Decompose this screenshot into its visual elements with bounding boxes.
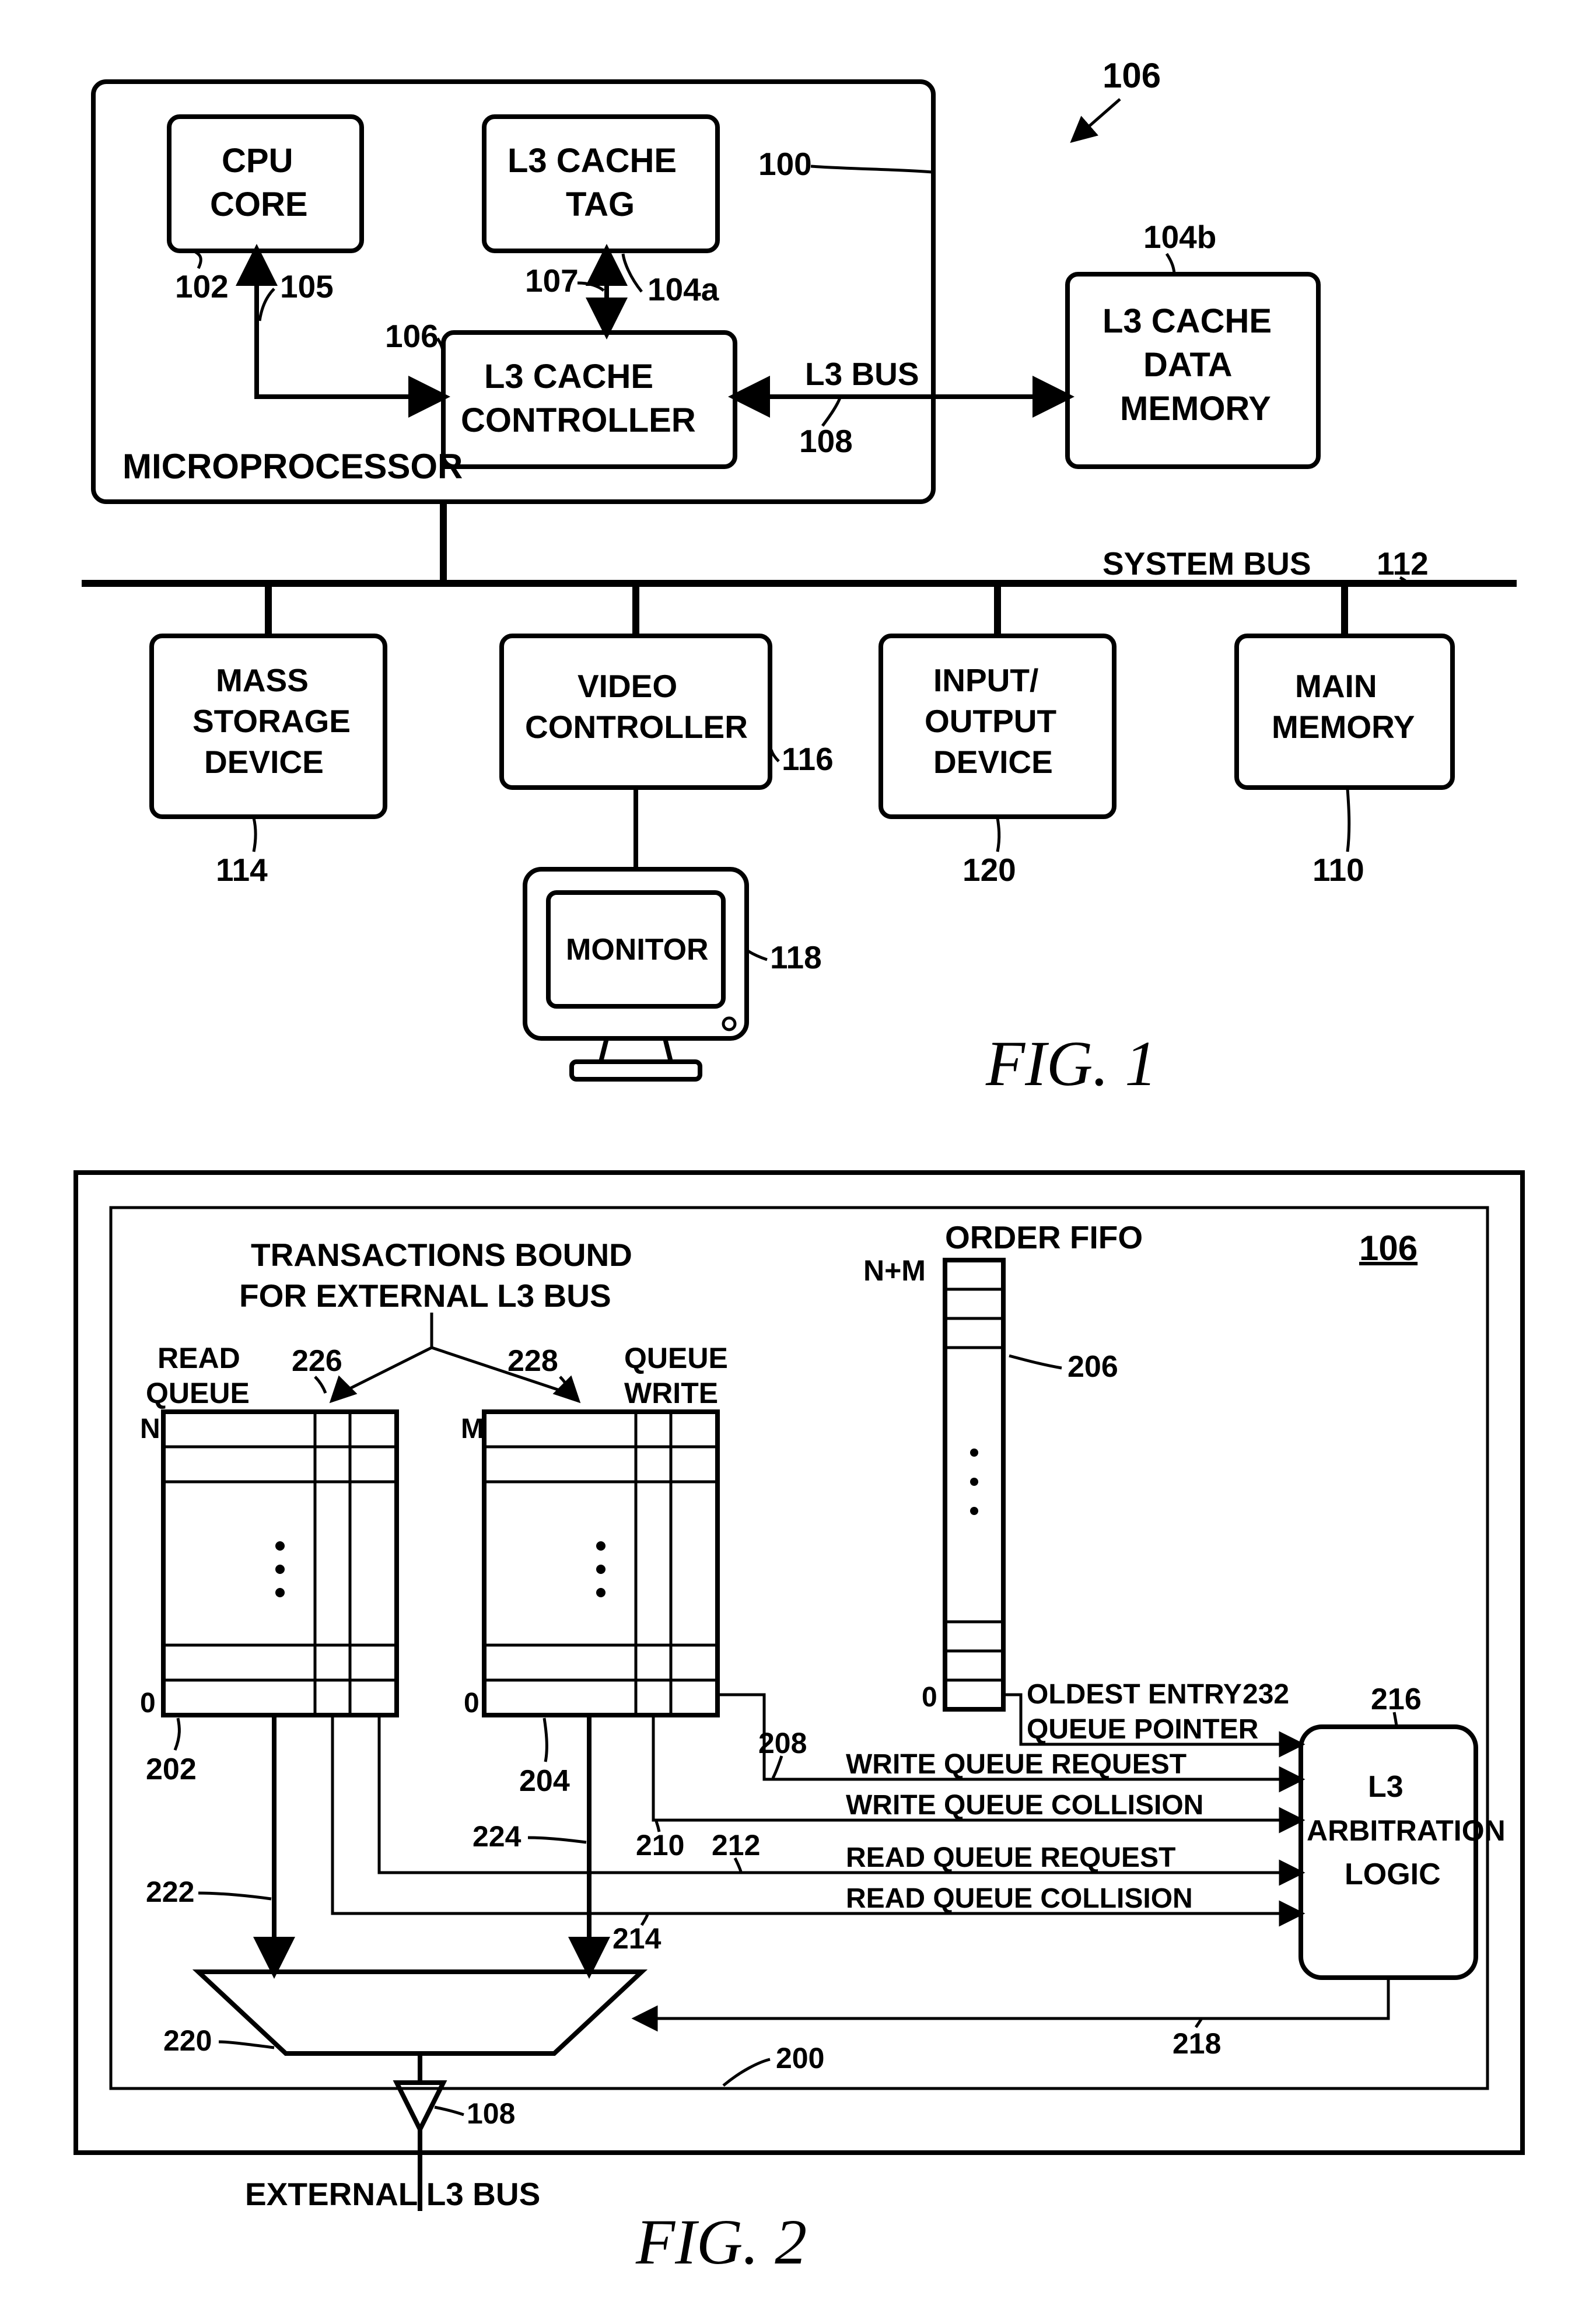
ref-206: 206	[1068, 1350, 1118, 1384]
microprocessor-label: MICROPROCESSOR	[123, 447, 463, 486]
svg-text:MEMORY: MEMORY	[1272, 709, 1415, 745]
read-queue	[163, 1412, 397, 1715]
fig2-outer-box	[76, 1173, 1522, 2153]
l3-cache-tag-box	[484, 117, 718, 251]
ref-102: 102	[175, 268, 229, 305]
figure-1: MICROPROCESSOR 106 CPU CORE 102 L3 CACHE…	[82, 56, 1517, 1099]
svg-text:QUEUE: QUEUE	[146, 1377, 250, 1409]
svg-text:L3: L3	[1368, 1770, 1404, 1804]
ref-106: 106	[385, 318, 439, 354]
ref-204: 204	[519, 1764, 570, 1798]
l3-cache-controller-box	[443, 333, 735, 467]
svg-text:TRANSACTIONS BOUND: TRANSACTIONS BOUND	[251, 1237, 632, 1273]
svg-text:READ QUEUE REQUEST: READ QUEUE REQUEST	[846, 1842, 1175, 1873]
svg-text:DEVICE: DEVICE	[204, 744, 324, 780]
l3-bus-label: L3 BUS	[805, 356, 919, 392]
monitor-icon: MONITOR	[525, 788, 747, 1079]
svg-text:TAG: TAG	[566, 186, 635, 223]
ref-224: 224	[473, 1820, 522, 1853]
svg-text:DATA: DATA	[1143, 346, 1232, 384]
ref-202: 202	[146, 1752, 197, 1786]
svg-text:MASS: MASS	[216, 662, 309, 698]
ref-232: 232	[1242, 1679, 1289, 1710]
svg-text:L3 CACHE: L3 CACHE	[484, 358, 653, 396]
figure-1-label: FIG. 1	[985, 1028, 1157, 1099]
ref-116: 116	[782, 741, 834, 777]
svg-text:FOR EXTERNAL L3 BUS: FOR EXTERNAL L3 BUS	[239, 1278, 611, 1314]
svg-text:LOGIC: LOGIC	[1345, 1857, 1441, 1891]
svg-text:OLDEST ENTRY: OLDEST ENTRY	[1027, 1679, 1242, 1710]
write-queue	[484, 1412, 718, 1715]
ref-208: 208	[758, 1727, 807, 1759]
ref-214: 214	[612, 1922, 662, 1955]
ref-222: 222	[146, 1876, 194, 1908]
svg-text:WRITE: WRITE	[624, 1377, 718, 1409]
ref-104b: 104b	[1143, 219, 1216, 255]
ref-110: 110	[1312, 852, 1364, 888]
order-fifo	[945, 1260, 1003, 1709]
svg-text:ARBITRATION: ARBITRATION	[1307, 1814, 1506, 1847]
svg-text:M: M	[461, 1414, 484, 1444]
svg-text:CPU: CPU	[222, 142, 293, 180]
ref-112: 112	[1377, 545, 1429, 582]
svg-text:CORE: CORE	[210, 186, 308, 223]
ref-114: 114	[216, 852, 268, 888]
svg-text:CONTROLLER: CONTROLLER	[525, 709, 748, 745]
svg-text:VIDEO: VIDEO	[578, 668, 677, 704]
ref-105: 105	[280, 268, 334, 305]
svg-text:DEVICE: DEVICE	[933, 744, 1053, 780]
ref-228: 228	[508, 1344, 558, 1378]
ref-104a: 104a	[648, 271, 719, 307]
svg-text:MEMORY: MEMORY	[1120, 390, 1271, 428]
svg-text:OUTPUT: OUTPUT	[925, 703, 1056, 739]
ref-226: 226	[292, 1344, 342, 1378]
order-fifo-label: ORDER FIFO	[945, 1219, 1143, 1255]
external-l3-bus-label: EXTERNAL L3 BUS	[245, 2176, 540, 2212]
ref-108-fig2: 108	[467, 2097, 515, 2130]
ref-108: 108	[799, 423, 853, 459]
svg-text:MONITOR: MONITOR	[566, 933, 709, 967]
svg-text:N+M: N+M	[863, 1254, 926, 1287]
svg-text:QUEUE POINTER: QUEUE POINTER	[1027, 1714, 1258, 1745]
l3-arbitration-logic-box	[1301, 1727, 1476, 1978]
fig2-inner-box	[111, 1208, 1488, 2088]
figure-2-label: FIG. 2	[635, 2206, 807, 2277]
svg-text:WRITE QUEUE REQUEST: WRITE QUEUE REQUEST	[846, 1749, 1186, 1780]
svg-text:L3 CACHE: L3 CACHE	[508, 142, 677, 180]
ref-200: 200	[776, 2042, 824, 2074]
svg-text:READ: READ	[158, 1342, 240, 1374]
svg-text:QUEUE: QUEUE	[624, 1342, 728, 1374]
svg-text:0: 0	[464, 1688, 480, 1719]
ref-210: 210	[636, 1829, 684, 1862]
svg-text:STORAGE: STORAGE	[192, 703, 351, 739]
svg-text:WRITE QUEUE COLLISION: WRITE QUEUE COLLISION	[846, 1790, 1203, 1821]
mux	[198, 1972, 642, 2053]
svg-text:MAIN: MAIN	[1295, 668, 1377, 704]
ref-212: 212	[712, 1829, 760, 1862]
ref-218: 218	[1172, 2027, 1221, 2060]
svg-text:READ QUEUE COLLISION: READ QUEUE COLLISION	[846, 1883, 1193, 1914]
ref-118: 118	[770, 939, 822, 975]
svg-text:L3 CACHE: L3 CACHE	[1102, 302, 1272, 340]
figure-2: 106 TRANSACTIONS BOUND FOR EXTERNAL L3 B…	[76, 1173, 1522, 2277]
svg-text:0: 0	[140, 1688, 156, 1719]
svg-text:CONTROLLER: CONTROLLER	[461, 401, 696, 439]
ref-120: 120	[963, 852, 1016, 888]
diagram-canvas: MICROPROCESSOR 106 CPU CORE 102 L3 CACHE…	[23, 23, 1573, 2290]
ref-220: 220	[163, 2024, 212, 2057]
ref-100: 100	[758, 146, 812, 182]
svg-text:0: 0	[922, 1682, 937, 1713]
ref-106-top: 106	[1102, 56, 1161, 95]
ref-106-fig2: 106	[1359, 1229, 1418, 1268]
cpu-core-box	[169, 117, 362, 251]
svg-text:N: N	[140, 1414, 160, 1444]
ref-216: 216	[1371, 1682, 1422, 1716]
system-bus-label: SYSTEM BUS	[1102, 545, 1311, 582]
svg-text:INPUT/: INPUT/	[933, 662, 1038, 698]
ref-107: 107	[525, 263, 579, 299]
